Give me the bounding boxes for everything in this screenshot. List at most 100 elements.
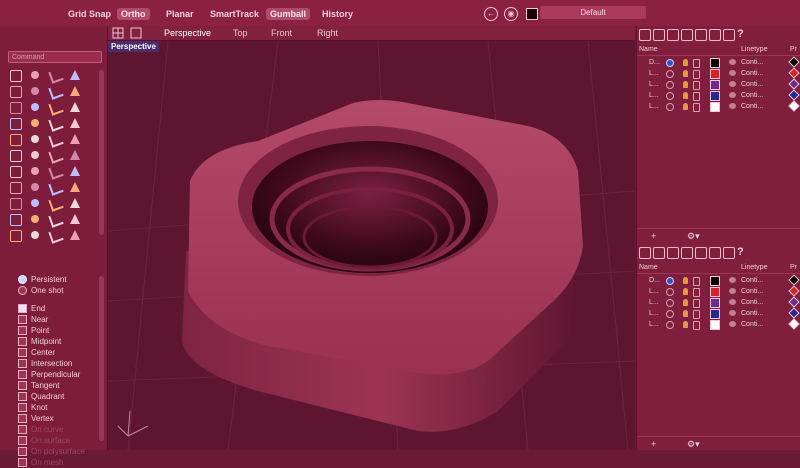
- lightbulb-icon[interactable]: [683, 321, 688, 328]
- history-toggle[interactable]: History: [318, 8, 357, 20]
- history-icon[interactable]: [48, 212, 64, 228]
- lightbulb-icon[interactable]: [683, 310, 688, 317]
- column-header-linetype[interactable]: Linetype: [741, 44, 767, 55]
- checkbox-icon[interactable]: [18, 304, 27, 314]
- display-icon[interactable]: [653, 29, 665, 41]
- layer-color-swatch[interactable]: [710, 80, 720, 90]
- current-layer-radio-icon[interactable]: [666, 288, 674, 296]
- current-layer-radio-icon[interactable]: [666, 103, 674, 111]
- osnap-item-on-curve[interactable]: On curve: [18, 424, 63, 435]
- circle-icon[interactable]: [8, 84, 22, 98]
- radio-icon[interactable]: [18, 275, 27, 285]
- osnap-item-tangent[interactable]: Tangent: [18, 380, 59, 391]
- point-icon[interactable]: [28, 68, 42, 82]
- osnap-item-quadrant[interactable]: Quadrant: [18, 391, 64, 402]
- scale-icon[interactable]: [68, 148, 82, 162]
- tab-perspective[interactable]: Perspective: [164, 27, 211, 39]
- tab-right[interactable]: Right: [317, 27, 338, 39]
- checkbox-icon[interactable]: [18, 447, 27, 457]
- material-sphere-icon[interactable]: [729, 277, 736, 283]
- current-layer-radio-icon[interactable]: [666, 277, 674, 285]
- layer-row[interactable]: L... Conti...: [637, 307, 800, 319]
- layer-color-swatch[interactable]: [710, 69, 720, 79]
- osnap-mode-persistent[interactable]: Persistent: [18, 274, 67, 285]
- back-arrow-icon[interactable]: ←: [484, 7, 498, 21]
- checkbox-icon[interactable]: [18, 392, 27, 402]
- checkbox-icon[interactable]: [18, 348, 27, 358]
- layer-color-swatch[interactable]: [710, 309, 720, 319]
- layer-color-swatch[interactable]: [710, 320, 720, 330]
- tab-top[interactable]: Top: [233, 27, 248, 39]
- column-header-print[interactable]: Pr: [790, 262, 797, 273]
- layer-row[interactable]: D... Conti...: [637, 274, 800, 286]
- print-color-diamond-icon[interactable]: [788, 274, 800, 286]
- checkbox-icon[interactable]: [18, 436, 27, 446]
- checkbox-icon[interactable]: [18, 458, 27, 468]
- layer-icon[interactable]: [48, 180, 64, 196]
- radio-icon[interactable]: [18, 286, 27, 296]
- object-properties-icon[interactable]: [667, 247, 679, 259]
- target-icon[interactable]: ◉: [504, 7, 518, 21]
- material-sphere-icon[interactable]: [729, 59, 736, 65]
- column-header-name[interactable]: Name: [639, 44, 658, 55]
- arc-icon[interactable]: [28, 84, 42, 98]
- viewport-title[interactable]: Perspective: [108, 41, 159, 52]
- layer-linetype[interactable]: Conti...: [741, 68, 763, 79]
- planar-toggle[interactable]: Planar: [162, 8, 198, 20]
- layer-row[interactable]: L... Conti...: [637, 78, 800, 90]
- material-sphere-icon[interactable]: [729, 310, 736, 316]
- layer-row[interactable]: L... Conti...: [637, 100, 800, 112]
- orbit-icon[interactable]: [68, 196, 82, 210]
- add-layer-button[interactable]: +: [651, 229, 656, 243]
- dimension-icon[interactable]: [68, 164, 82, 178]
- material-sphere-icon[interactable]: [729, 70, 736, 76]
- revolve-icon[interactable]: [68, 100, 82, 114]
- hatch-icon[interactable]: [8, 180, 22, 194]
- grid-icon[interactable]: [723, 29, 735, 41]
- grid-snap-toggle[interactable]: Grid Snap: [64, 8, 115, 20]
- fillet-icon[interactable]: [8, 100, 22, 114]
- layer-row[interactable]: L... Conti...: [637, 296, 800, 308]
- current-layer-radio-icon[interactable]: [666, 92, 674, 100]
- perspective-viewport[interactable]: Perspective: [108, 41, 635, 450]
- osnap-item-on-polysurface[interactable]: On polysurface: [18, 446, 85, 457]
- lock-icon[interactable]: [693, 288, 700, 297]
- move-icon[interactable]: [8, 148, 22, 162]
- material-sphere-icon[interactable]: [729, 299, 736, 305]
- layer-linetype[interactable]: Conti...: [741, 79, 763, 90]
- four-viewports-icon[interactable]: [112, 27, 124, 39]
- layer-color-swatch[interactable]: [710, 102, 720, 112]
- print-color-diamond-icon[interactable]: [788, 296, 800, 308]
- lock-icon[interactable]: [693, 59, 700, 68]
- object-properties-icon[interactable]: [667, 29, 679, 41]
- xray-icon[interactable]: [68, 228, 82, 242]
- curve-icon[interactable]: [68, 68, 82, 82]
- lightbulb-icon[interactable]: [683, 288, 688, 295]
- tab-front[interactable]: Front: [271, 27, 292, 39]
- layers-icon[interactable]: [639, 247, 651, 259]
- rectangle-icon[interactable]: [48, 84, 64, 100]
- layer-linetype[interactable]: Conti...: [741, 308, 763, 319]
- print-color-diamond-icon[interactable]: [788, 318, 800, 330]
- print-color-diamond-icon[interactable]: [788, 56, 800, 68]
- trim-icon[interactable]: [48, 132, 64, 148]
- sphere-icon[interactable]: [28, 116, 42, 130]
- layer-name[interactable]: L...: [649, 319, 659, 330]
- checkbox-icon[interactable]: [18, 414, 27, 424]
- print-color-diamond-icon[interactable]: [788, 89, 800, 101]
- layer-name[interactable]: D...: [649, 275, 660, 286]
- layer-linetype[interactable]: Conti...: [741, 275, 763, 286]
- analyze-icon[interactable]: [8, 196, 22, 210]
- copy-icon[interactable]: [28, 148, 42, 162]
- current-layer-radio-icon[interactable]: [666, 59, 674, 67]
- wireframe-icon[interactable]: [28, 228, 42, 242]
- zoom-icon[interactable]: [28, 196, 42, 210]
- lock-icon[interactable]: [68, 212, 82, 226]
- current-layer-radio-icon[interactable]: [666, 299, 674, 307]
- material-sphere-icon[interactable]: [729, 321, 736, 327]
- layer-color-swatch[interactable]: [710, 276, 720, 286]
- checkbox-icon[interactable]: [18, 403, 27, 413]
- layer-row[interactable]: D... Conti...: [637, 56, 800, 68]
- current-layer-radio-icon[interactable]: [666, 81, 674, 89]
- display-icon[interactable]: [653, 247, 665, 259]
